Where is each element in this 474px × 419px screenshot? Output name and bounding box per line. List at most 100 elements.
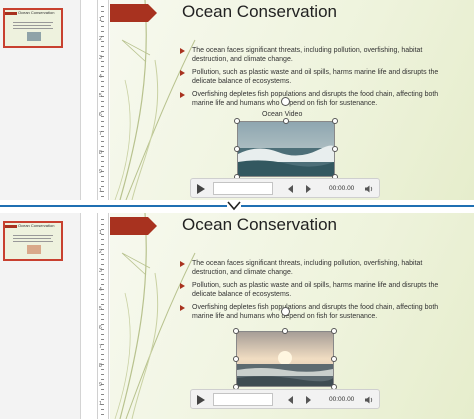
chevron-down-icon [227,200,241,212]
ruler-number: 2 [99,36,102,42]
playback-time: 00:00.00 [329,396,355,403]
rotate-handle[interactable] [281,97,290,106]
next-frame-icon[interactable] [306,185,311,193]
bullet-text: The ocean faces significant threats, inc… [192,47,423,63]
thumbnail-text-line [13,235,53,236]
volume-icon[interactable] [364,184,374,194]
title-accent-tab [110,4,157,22]
ruler-number: 2 [99,249,102,255]
ruler-tick [101,264,104,265]
ruler-number: 9 [99,169,102,175]
vertical-ruler: 1 2 3 4 5 6 7 8 9 1 [97,213,109,419]
thumbnail-text-line [13,241,53,242]
ruler-tick [101,259,104,260]
bullet-list[interactable]: The ocean faces significant threats, inc… [180,259,460,325]
slide-canvas[interactable]: Ocean Conservation The ocean faces signi… [110,0,474,200]
bullet-item: Pollution, such as plastic waste and oil… [180,68,460,86]
title-accent-tab [110,217,157,235]
ruler-number: 6 [99,325,102,331]
ruler-tick [101,141,104,142]
resize-handle[interactable] [332,118,338,124]
ruler-tick [101,379,104,380]
volume-icon[interactable] [364,395,374,405]
resize-handle[interactable] [282,328,288,334]
slide-thumbnails-panel: Ocean Conservation [0,0,81,200]
thumbnail-video [27,32,41,41]
slide-title[interactable]: Ocean Conservation [182,215,337,235]
video-preview-waves [238,122,335,176]
resize-handle[interactable] [283,118,289,124]
resize-handle[interactable] [233,328,239,334]
ruler-tick [101,399,104,400]
ruler-tick [101,186,104,187]
previous-frame-icon[interactable] [288,396,293,404]
rotate-handle[interactable] [281,307,290,316]
ruler-tick [101,274,104,275]
ruler-number: 3 [99,268,102,274]
play-icon[interactable] [197,395,205,405]
thumbnail-title: Ocean Conservation [18,223,55,228]
bullet-item: Pollution, such as plastic waste and oil… [180,281,460,299]
ruler-tick [101,359,104,360]
ruler-tick [101,224,104,225]
media-controls: 00:00.00 [190,178,380,198]
video-preview-sunset [237,332,333,386]
ruler-tick [101,319,104,320]
ruler-number: 5 [99,93,102,99]
previous-frame-icon[interactable] [288,185,293,193]
slide-thumbnail-1[interactable]: Ocean Conservation [3,8,63,48]
vertical-ruler: 1 2 3 4 5 6 7 8 9 1 [97,0,109,200]
slide-thumbnail-1[interactable]: Ocean Conservation [3,221,63,261]
resize-handle[interactable] [331,356,337,362]
ruler-tick [101,284,104,285]
ruler-tick [101,181,104,182]
resize-handle[interactable] [234,118,240,124]
bullet-text: Overfishing depletes fish populations an… [192,304,439,320]
video-frame[interactable] [237,121,335,177]
ruler-tick [101,31,104,32]
thumbnail-text-line [13,28,53,29]
slide-title[interactable]: Ocean Conservation [182,2,337,22]
video-frame[interactable] [236,331,334,387]
ruler-tick [101,86,104,87]
ruler-tick [101,244,104,245]
ruler-tick [101,279,104,280]
bullet-list[interactable]: The ocean faces significant threats, inc… [180,46,460,112]
thumbnail-accent-bar [5,12,17,15]
ruler-number: 1 [99,17,102,23]
resize-handle[interactable] [233,356,239,362]
thumbnail-text-line [13,238,51,239]
ruler-number: 6 [99,112,102,118]
ruler-tick [101,374,104,375]
slide-canvas[interactable]: Ocean Conservation The ocean faces signi… [110,213,474,419]
ruler-number: 1 [99,401,102,407]
thumbnail-text-line [13,22,53,23]
bullet-text: Overfishing depletes fish populations an… [192,91,439,107]
thumbnail-title: Ocean Conservation [18,10,55,15]
seek-bar[interactable] [213,182,273,195]
resize-handle[interactable] [234,146,240,152]
ruler-tick [101,61,104,62]
resize-handle[interactable] [332,146,338,152]
seek-bar[interactable] [213,393,273,406]
ruler-tick [101,354,104,355]
ruler-tick [101,46,104,47]
ruler-tick [101,166,104,167]
ruler-tick [101,176,104,177]
slide-thumbnails-panel: Ocean Conservation [0,213,81,419]
bullet-arrow-icon [180,261,185,267]
ruler-tick [101,409,104,410]
ruler-tick [101,414,104,415]
ruler-tick [101,81,104,82]
ruler-number: 4 [99,287,102,293]
ruler-number: 7 [99,344,102,350]
play-icon[interactable] [197,184,205,194]
next-frame-icon[interactable] [306,396,311,404]
ruler-tick [101,26,104,27]
resize-handle[interactable] [331,328,337,334]
ruler-tick [101,11,104,12]
ruler-tick [101,51,104,52]
bullet-text: Pollution, such as plastic waste and oil… [192,69,439,85]
ruler-tick [101,394,104,395]
ruler-number: 9 [99,382,102,388]
